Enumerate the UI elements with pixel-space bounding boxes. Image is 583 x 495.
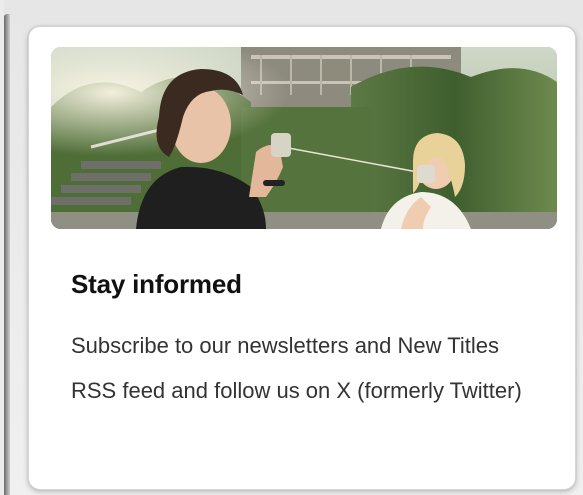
hero-illustration <box>51 47 557 229</box>
stay-informed-card[interactable]: Stay informed Subscribe to our newslette… <box>28 26 576 490</box>
screenshot-frame: Stay informed Subscribe to our newslette… <box>4 0 583 495</box>
hero-photo-tin-can-phone <box>51 47 557 229</box>
card-description: Subscribe to our newsletters and New Tit… <box>71 333 522 403</box>
card-title: Stay informed <box>71 269 242 299</box>
